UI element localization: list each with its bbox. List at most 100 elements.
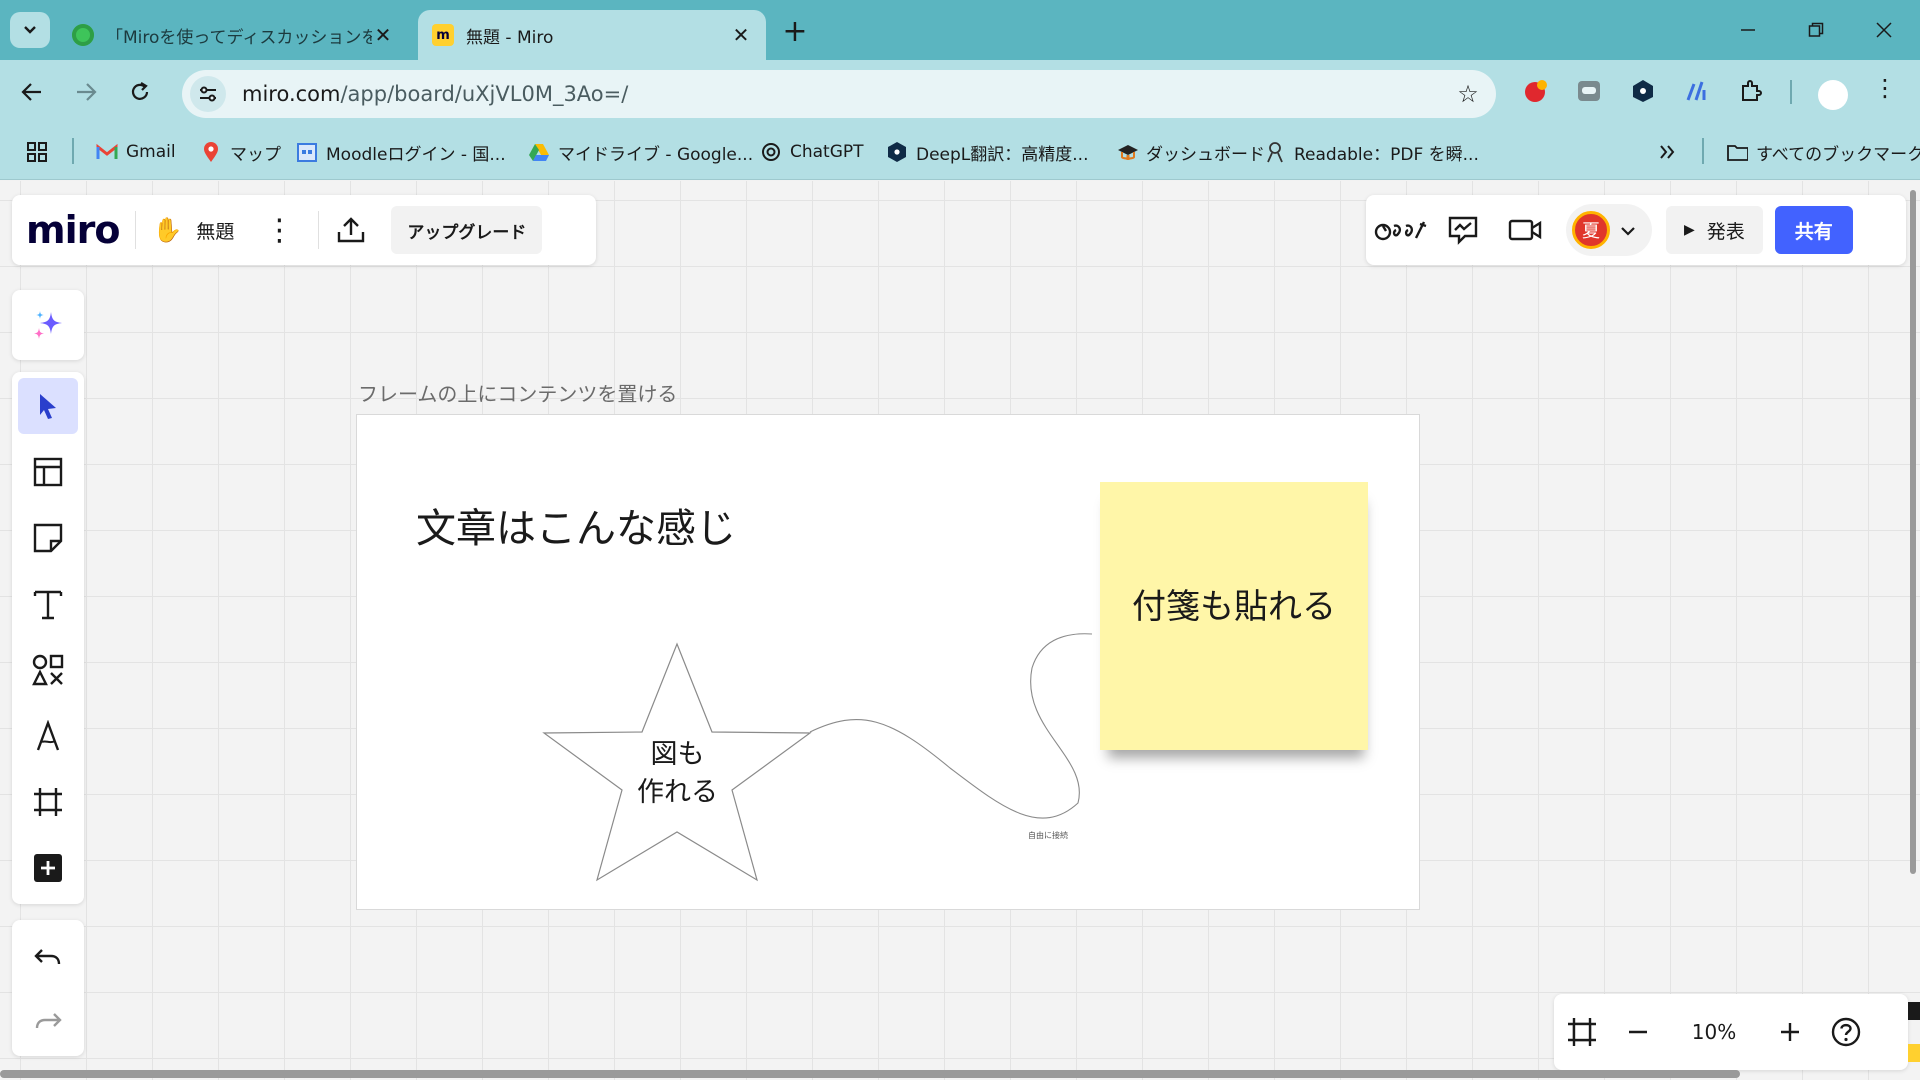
more-bookmarks-icon[interactable] [1658, 138, 1676, 166]
all-bookmarks-folder[interactable]: すべてのブックマーク [1726, 138, 1920, 166]
header-divider [318, 211, 320, 249]
browser-menu-icon[interactable]: ⋮ [1870, 74, 1900, 102]
apps-grid-icon[interactable] [26, 138, 48, 166]
sparkle-icon [34, 311, 62, 339]
new-tab-button[interactable]: + [780, 14, 810, 49]
analytics-extension-icon[interactable] [1680, 74, 1714, 108]
extensions-puzzle-icon[interactable] [1734, 74, 1768, 108]
sticky-note[interactable]: 付箋も貼れる [1100, 482, 1368, 750]
zoom-controls: 10% [1554, 994, 1908, 1070]
redo-icon [35, 1013, 62, 1029]
chart-comment-icon [1448, 216, 1478, 245]
header-divider [135, 211, 137, 249]
toolbar-divider [1790, 80, 1792, 104]
star-shape-text: 図も 作れる [610, 736, 745, 812]
reactions-icon [1374, 221, 1427, 241]
shapes-tool[interactable] [18, 642, 78, 698]
bookmark-drive[interactable]: マイドライブ - Google... [528, 138, 753, 166]
vertical-scrollbar[interactable] [1910, 190, 1916, 874]
deepl-glyph [1633, 80, 1653, 102]
frame-title[interactable]: フレームの上にコンテンツを置ける [358, 378, 677, 407]
line-extension-icon[interactable] [1572, 74, 1606, 108]
redo-button[interactable] [18, 994, 78, 1050]
upgrade-button[interactable]: アップグレード [391, 206, 543, 254]
text-tool[interactable] [18, 576, 78, 632]
restore-button[interactable] [1786, 10, 1846, 50]
browser-tab[interactable]: 「Miroを使ってディスカッションをオン ✕ [58, 10, 408, 60]
close-tab-icon[interactable]: ✕ [372, 23, 394, 47]
reload-button[interactable] [120, 72, 160, 112]
star-text-line: 作れる [637, 777, 718, 808]
line-glyph [1578, 81, 1600, 101]
board-menu-icon[interactable]: ⋮ [264, 213, 294, 248]
reload-icon [131, 82, 149, 100]
site-info-button[interactable] [190, 76, 226, 112]
horizontal-scrollbar[interactable] [0, 1070, 1740, 1078]
address-bar[interactable]: miro.com/app/board/uXjVL0M_3Ao=/ ☆ [182, 70, 1496, 118]
close-tab-icon[interactable]: ✕ [730, 23, 752, 47]
bookmark-label: DeepL翻訳：高精度... [916, 144, 1089, 165]
bookmark-star-icon[interactable]: ☆ [1448, 80, 1488, 108]
templates-tool[interactable] [18, 444, 78, 500]
minimize-button[interactable] [1718, 10, 1778, 50]
extension-red-icon[interactable] [1518, 74, 1552, 108]
fit-frame-icon [1568, 1018, 1596, 1046]
help-button[interactable] [1818, 1004, 1874, 1060]
select-tool[interactable] [18, 378, 78, 434]
zoom-out-button[interactable] [1610, 1004, 1666, 1060]
bookmark-dashboard[interactable]: ダッシュボード [1116, 138, 1265, 166]
sticky-note-tool[interactable] [18, 510, 78, 566]
collaborators-button[interactable]: 夏 [1566, 204, 1652, 256]
zoom-level[interactable]: 10% [1666, 1020, 1762, 1044]
bookmark-maps[interactable]: マップ [200, 138, 281, 166]
tab-search-button[interactable] [10, 12, 50, 48]
miro-logo[interactable]: miro [26, 208, 120, 252]
bookmark-gmail[interactable]: Gmail [96, 138, 176, 166]
board-icon[interactable]: ✋ [152, 216, 182, 244]
all-bookmarks-label: すべてのブックマーク [1756, 144, 1920, 165]
help-circle-icon [1831, 1017, 1861, 1047]
close-window-button[interactable] [1854, 10, 1914, 50]
bookmark-moodle[interactable]: Moodleログイン - 国... [296, 138, 506, 166]
activity-button[interactable] [1436, 203, 1490, 257]
connector-label[interactable]: 自由に接続 [1028, 830, 1068, 841]
text-block[interactable]: 文章はこんな感じ [416, 496, 736, 554]
url-text[interactable]: miro.com/app/board/uXjVL0M_3Ao=/ [242, 82, 1448, 106]
bookmark-readable[interactable]: Readable：PDF を瞬... [1264, 138, 1479, 166]
fit-to-screen-button[interactable] [1554, 1004, 1610, 1060]
profile-avatar[interactable] [1818, 80, 1848, 110]
restore-icon [1808, 22, 1824, 37]
bookmarks-divider [1702, 138, 1704, 164]
freeform-connector[interactable] [800, 628, 1100, 838]
template-layout-icon [33, 457, 63, 487]
zoom-in-button[interactable] [1762, 1004, 1818, 1060]
video-camera-icon [1508, 219, 1542, 241]
reactions-button[interactable] [1374, 203, 1428, 257]
forward-button[interactable] [66, 72, 106, 112]
back-button[interactable] [12, 72, 52, 112]
export-button[interactable] [329, 208, 373, 252]
bookmark-label: マイドライブ - Google... [558, 144, 754, 165]
browser-toolbar: miro.com/app/board/uXjVL0M_3Ao=/ ☆ [0, 60, 1920, 122]
undo-button[interactable] [18, 930, 78, 986]
deepl-extension-icon[interactable] [1626, 74, 1660, 108]
tab-favicon-icon [72, 24, 94, 46]
share-button[interactable]: 共有 [1774, 206, 1853, 254]
more-apps-tool[interactable] [18, 840, 78, 896]
ai-assist-button[interactable] [12, 290, 84, 360]
present-button[interactable]: ▶ 発表 [1666, 206, 1763, 254]
video-call-button[interactable] [1498, 203, 1552, 257]
bookmark-chatgpt[interactable]: ChatGPT [760, 138, 864, 166]
bookmark-deepl[interactable]: DeepL翻訳：高精度... [886, 138, 1088, 166]
browser-tab-bar: 「Miroを使ってディスカッションをオン ✕ m 無題 - Miro ✕ + [0, 0, 1920, 60]
sticky-note-text: 付箋も貼れる [1132, 586, 1336, 627]
frame-tool[interactable] [18, 774, 78, 830]
maps-icon [200, 141, 222, 163]
text-t-icon [33, 590, 63, 620]
browser-tab-active[interactable]: m 無題 - Miro ✕ [418, 10, 766, 60]
board-name[interactable]: 無題 [196, 217, 234, 244]
arrow-left-icon [21, 83, 41, 101]
miro-favicon-icon: m [432, 24, 454, 46]
pen-tool[interactable] [18, 708, 78, 764]
plus-icon [1781, 1023, 1799, 1041]
